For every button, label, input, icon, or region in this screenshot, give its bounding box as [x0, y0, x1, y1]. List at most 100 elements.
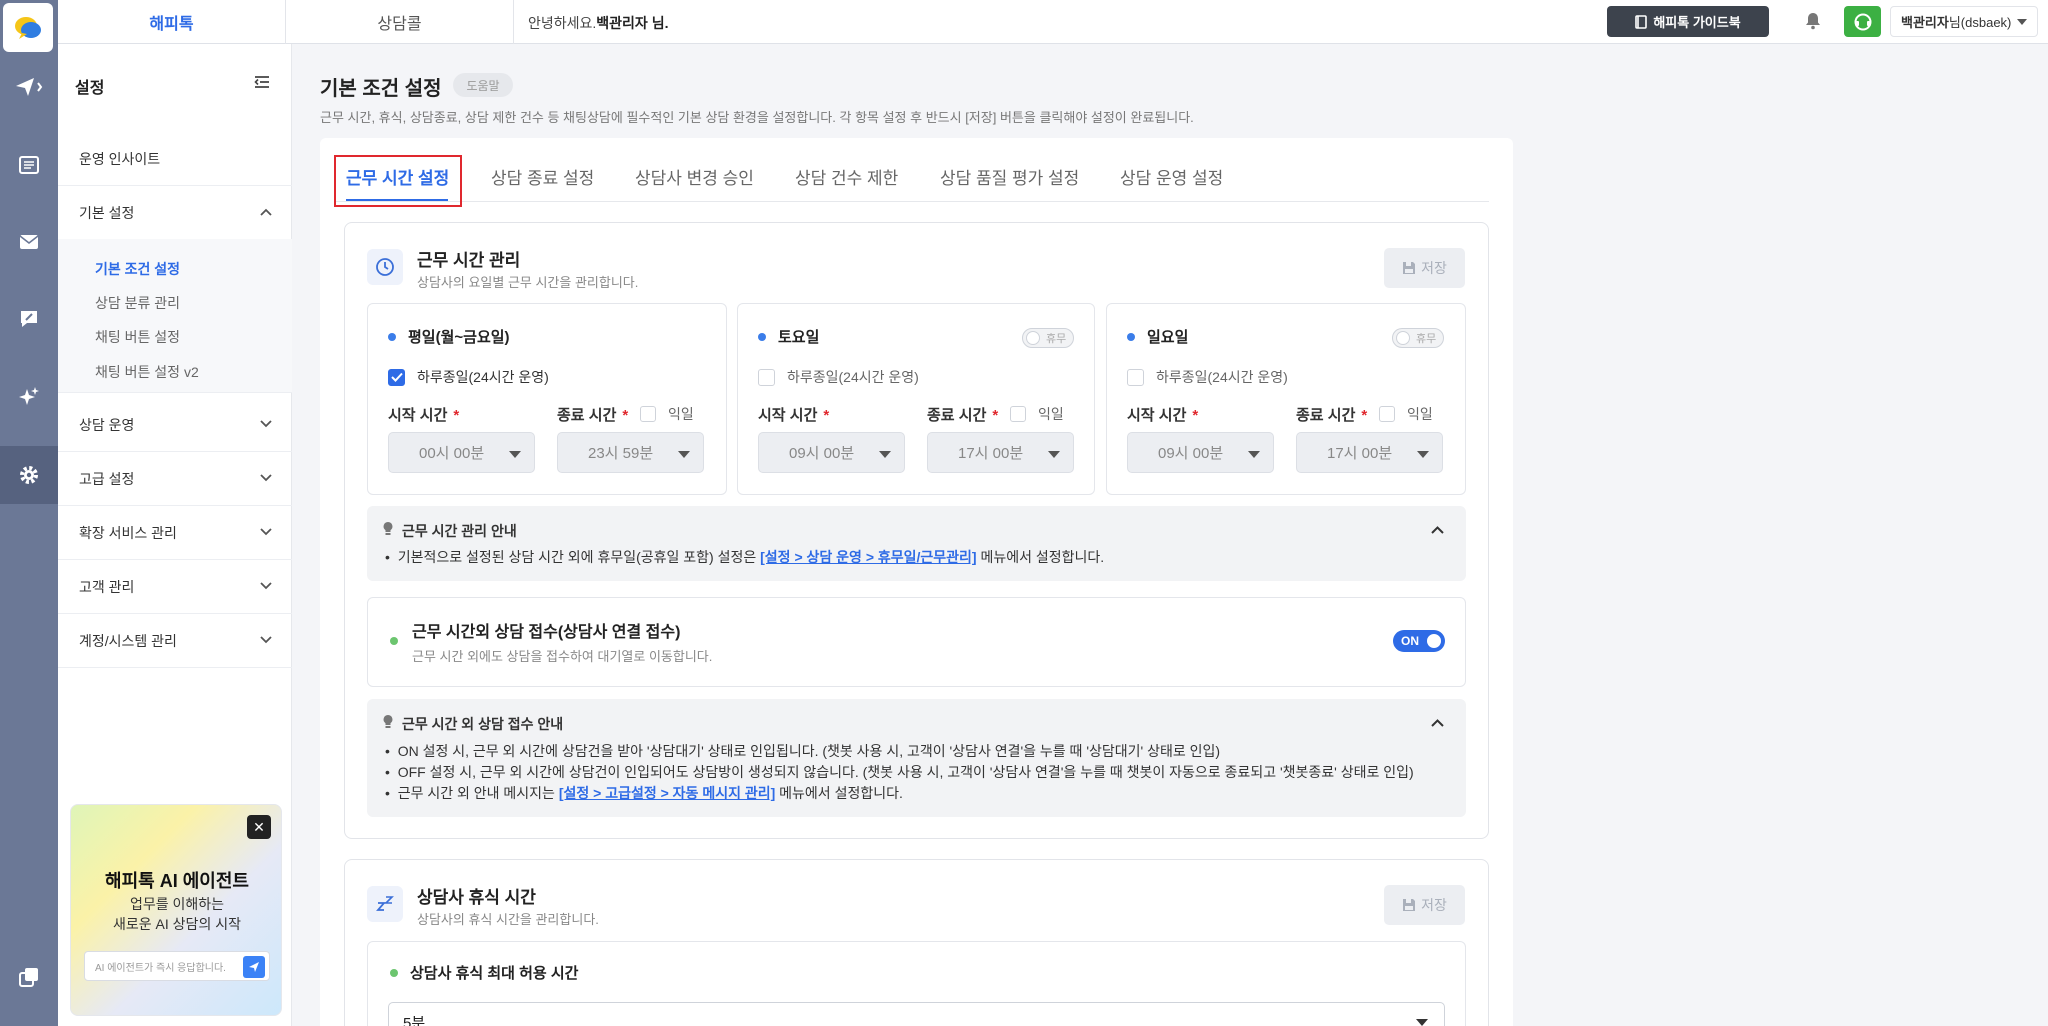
page-description: 근무 시간, 휴식, 상담종료, 상담 제한 건수 등 채팅상담에 필수적인 기…	[320, 110, 1194, 125]
happytalk-logo[interactable]	[3, 3, 53, 52]
chat-edit-icon[interactable]	[0, 290, 58, 348]
end-time-select[interactable]: 17시 00분	[1296, 432, 1443, 473]
sidebar-sub-chat-button-v2[interactable]: 채팅 버튼 설정 v2	[95, 362, 199, 382]
start-time-select[interactable]: 09시 00분	[1127, 432, 1274, 473]
day-card-saturday: 토요일 휴무 하루종일(24시간 운영) 시작 시간 * 종료 시간 * 익일 09…	[737, 303, 1095, 495]
sidebar-item-basic[interactable]: 기본 설정	[58, 186, 292, 240]
lightbulb-icon	[383, 715, 393, 728]
day-name: 평일(월~금요일)	[408, 329, 510, 346]
end-time-value: 17시 00분	[1327, 445, 1393, 462]
end-time-label: 종료 시간 *	[557, 404, 628, 425]
close-icon[interactable]: ✕	[247, 815, 271, 839]
board-icon[interactable]	[0, 136, 58, 194]
break-max-label: 상담사 휴식 최대 허용 시간	[410, 965, 579, 982]
save-button[interactable]: 저장	[1384, 885, 1465, 925]
all-day-option: 하루종일(24시간 운영)	[758, 367, 919, 387]
tab-agent-change[interactable]: 상담사 변경 승인	[635, 164, 754, 189]
next-day-label: 익일	[1407, 406, 1433, 422]
sidebar-item-advanced[interactable]: 고급 설정	[58, 452, 292, 506]
start-time-select[interactable]: 09시 00분	[758, 432, 905, 473]
tab-quality-eval[interactable]: 상담 품질 평가 설정	[940, 164, 1079, 189]
tab-work-time[interactable]: 근무 시간 설정	[346, 164, 449, 189]
next-day-option: 익일	[640, 404, 694, 424]
sidebar-item-insight[interactable]: 운영 인사이트	[58, 132, 292, 186]
bell-icon[interactable]	[1804, 10, 1822, 35]
start-label-text: 시작 시간	[758, 407, 818, 424]
greeting-text: 안녕하세요.백관리자 님.	[528, 13, 668, 33]
sidebar-item-label: 확장 서비스 관리	[79, 524, 177, 541]
tab-count-limit[interactable]: 상담 건수 제한	[795, 164, 898, 189]
all-day-checkbox[interactable]	[388, 368, 405, 386]
sidebar-sub-basic-conditions[interactable]: 기본 조건 설정	[95, 259, 180, 279]
chevron-down-icon	[260, 528, 272, 536]
holiday-label: 휴무	[1046, 333, 1067, 345]
day-title: 토요일	[758, 326, 819, 347]
help-badge[interactable]: 도움말	[453, 73, 513, 97]
sidebar-item-extension[interactable]: 확장 서비스 관리	[58, 506, 292, 560]
caret-down-icon	[1048, 451, 1060, 458]
info-text: OFF 설정 시, 근무 외 시간에 상담건이 인입되어도 상담방이 생성되지 …	[397, 764, 1414, 780]
next-day-label: 익일	[1038, 406, 1064, 422]
lightbulb-icon	[383, 522, 393, 535]
floppy-icon	[1403, 262, 1416, 274]
tab-operation[interactable]: 상담 운영 설정	[1120, 164, 1223, 189]
guidebook-button[interactable]: 해피톡 가이드북	[1607, 6, 1769, 37]
all-day-label: 하루종일(24시간 운영)	[787, 369, 919, 385]
start-time-value: 09시 00분	[1158, 445, 1224, 462]
next-day-checkbox[interactable]	[640, 406, 656, 422]
sidebar-sub-chat-button[interactable]: 채팅 버튼 설정	[95, 327, 180, 347]
sidebar-item-operation[interactable]: 상담 운영	[58, 398, 292, 452]
start-time-label: 시작 시간 *	[1127, 404, 1198, 425]
next-day-checkbox[interactable]	[1379, 406, 1395, 422]
tab-end-settings[interactable]: 상담 종료 설정	[491, 164, 594, 189]
tab-happytalk[interactable]: 해피톡	[58, 0, 286, 44]
holiday-toggle[interactable]: 휴무	[1022, 328, 1074, 348]
end-time-value: 17시 00분	[958, 445, 1024, 462]
break-max-select[interactable]: 5분	[388, 1002, 1445, 1026]
end-time-select[interactable]: 17시 00분	[927, 432, 1074, 473]
chevron-down-icon	[260, 474, 272, 482]
holiday-toggle[interactable]: 휴무	[1392, 328, 1444, 348]
chevron-up-icon[interactable]	[1431, 526, 1444, 534]
save-button[interactable]: 저장	[1384, 248, 1465, 288]
mail-icon[interactable]	[0, 213, 58, 271]
start-time-select[interactable]: 00시 00분	[388, 432, 535, 473]
tab-sangdamcall[interactable]: 상담콜	[286, 0, 514, 44]
sidebar-item-account[interactable]: 계정/시스템 관리	[58, 614, 292, 668]
work-time-title: 근무 시간 관리	[417, 251, 521, 270]
ai-sparkle-icon[interactable]	[0, 368, 58, 426]
chevron-up-icon[interactable]	[1431, 719, 1444, 727]
ai-agent-input[interactable]: AI 에이전트가 즉시 응답합니다.	[84, 951, 270, 981]
holiday-menu-link[interactable]: [설정 > 상담 운영 > 휴무일/근무관리]	[760, 549, 976, 565]
end-label-text: 종료 시간	[927, 407, 987, 424]
headset-support-icon[interactable]	[1844, 6, 1881, 37]
after-hours-box: 근무 시간외 상담 접수(상담사 연결 접수) 근무 시간 외에도 상담을 접수…	[367, 597, 1466, 687]
start-time-label: 시작 시간 *	[758, 404, 829, 425]
status-dot	[758, 332, 766, 341]
sidebar-item-label: 계정/시스템 관리	[79, 632, 177, 649]
sidebar-collapse-icon[interactable]	[254, 75, 270, 92]
toggle-knob	[1026, 331, 1040, 345]
start-time-value: 09시 00분	[789, 445, 855, 462]
next-day-checkbox[interactable]	[1010, 406, 1026, 422]
copy-link-icon[interactable]	[0, 948, 58, 1006]
toggle-knob	[1396, 331, 1410, 345]
settings-gear-icon[interactable]	[0, 446, 58, 504]
all-day-option: 하루종일(24시간 운영)	[388, 367, 549, 387]
end-time-select[interactable]: 23시 59분	[557, 432, 704, 473]
day-name: 토요일	[778, 329, 820, 346]
send-icon[interactable]	[0, 58, 58, 116]
user-menu[interactable]: 백관리자 님(dsbaek)	[1890, 6, 2038, 37]
greeting-prefix: 안녕하세요.	[528, 15, 597, 31]
sidebar-sub-categories[interactable]: 상담 분류 관리	[95, 293, 180, 313]
all-day-checkbox[interactable]	[758, 368, 775, 386]
info-text: 메뉴에서 설정합니다.	[976, 549, 1105, 565]
clock-icon	[367, 249, 403, 285]
all-day-checkbox[interactable]	[1127, 368, 1144, 386]
send-icon[interactable]	[243, 956, 265, 978]
after-hours-toggle[interactable]: ON	[1393, 630, 1445, 652]
auto-message-menu-link[interactable]: [설정 > 고급설정 > 자동 메시지 관리]	[559, 785, 775, 801]
sidebar-item-customer[interactable]: 고객 관리	[58, 560, 292, 614]
end-label-text: 종료 시간	[1296, 407, 1356, 424]
ai-card-desc-line2: 새로운 AI 상담의 시작	[113, 916, 241, 932]
